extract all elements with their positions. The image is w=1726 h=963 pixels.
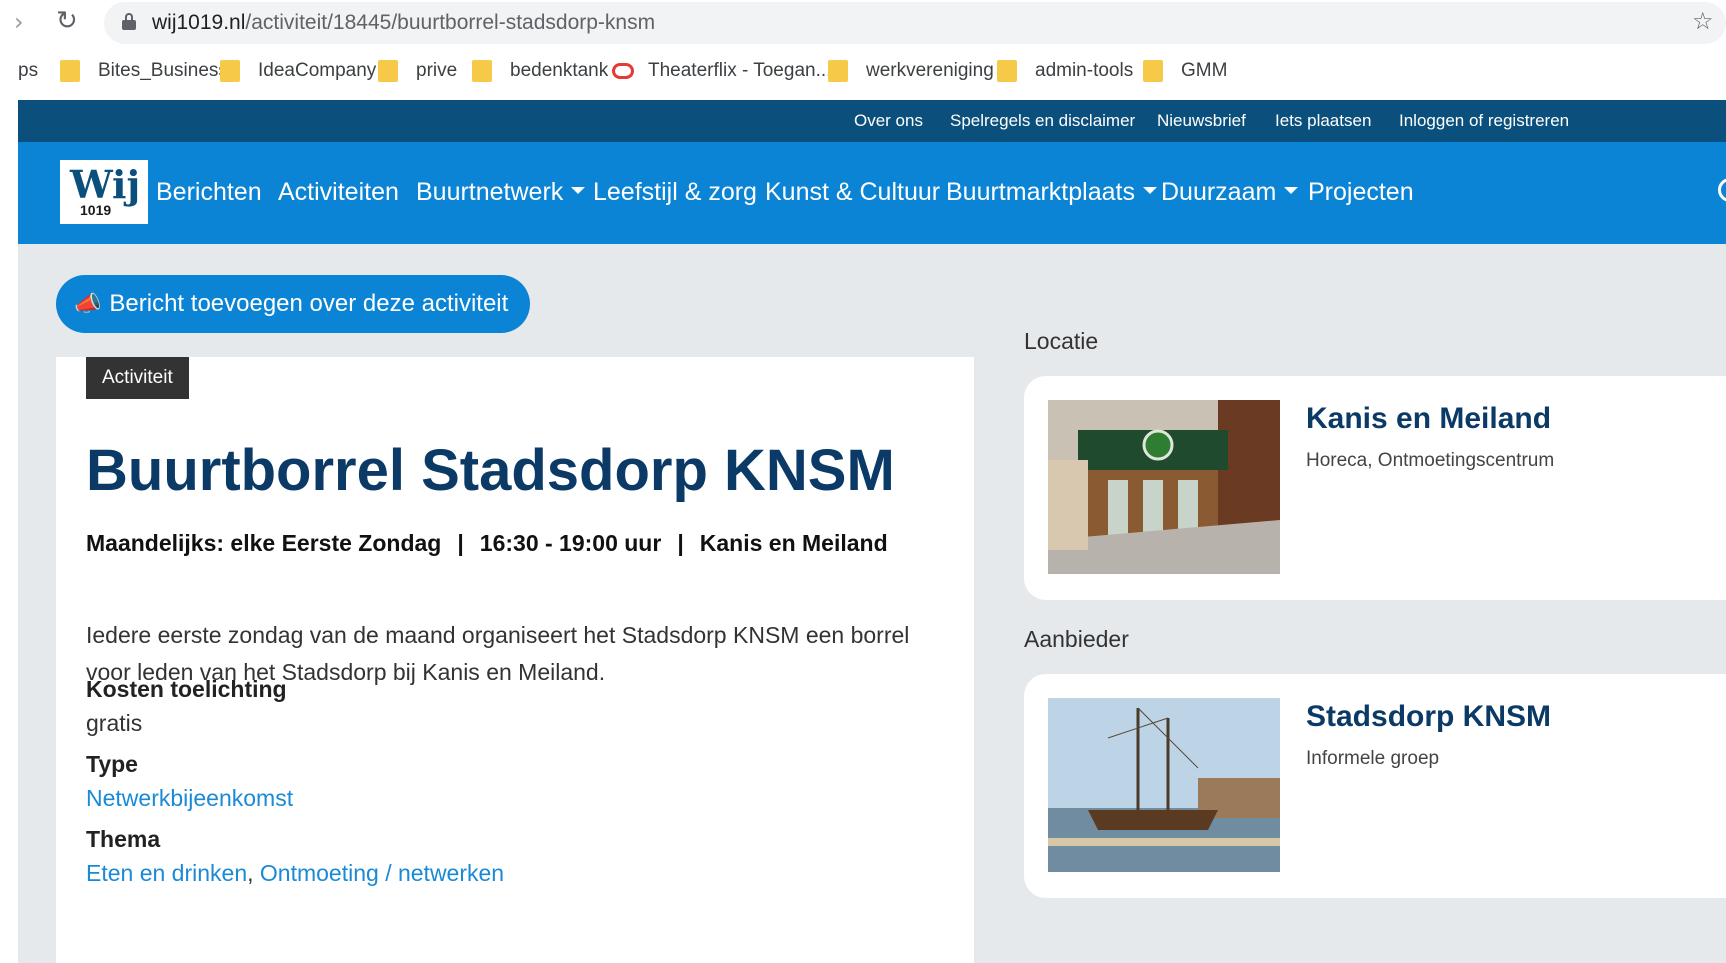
provider-card[interactable]: Stadsdorp KNSM Informele groep bbox=[1024, 674, 1726, 898]
folder-icon bbox=[378, 60, 398, 82]
type-label: Type bbox=[86, 751, 138, 777]
main-navigation: Wij 1019 Berichten Activiteiten Buurtnet… bbox=[18, 142, 1726, 244]
nav-activiteiten[interactable]: Activiteiten bbox=[278, 178, 399, 207]
chevron-down-icon bbox=[1142, 186, 1157, 194]
logo-number: 1019 bbox=[80, 202, 112, 218]
bookmark-bedenktank[interactable]: bedenktank bbox=[472, 60, 608, 82]
website: Over ons Spelregels en disclaimer Nieuws… bbox=[18, 100, 1726, 963]
reload-icon[interactable]: ↻ bbox=[56, 6, 78, 36]
folder-icon bbox=[220, 60, 240, 82]
chevron-down-icon bbox=[571, 186, 586, 194]
bookmark-prive[interactable]: prive bbox=[378, 60, 457, 82]
url-text[interactable]: wij1019.nl/activiteit/18445/buurtborrel-… bbox=[152, 11, 655, 35]
location-card[interactable]: Kanis en Meiland Horeca, Ontmoetingscent… bbox=[1024, 376, 1726, 600]
bookmark-apps[interactable]: ps bbox=[18, 60, 38, 82]
bookmark-gmm[interactable]: GMM bbox=[1143, 60, 1227, 82]
nav-duurzaam[interactable]: Duurzaam bbox=[1161, 178, 1299, 207]
meta-separator: | bbox=[457, 530, 464, 556]
chevron-down-icon bbox=[1284, 186, 1299, 194]
activity-location: Kanis en Meiland bbox=[699, 530, 888, 556]
bookmark-ideacompany[interactable]: IdeaCompany bbox=[220, 60, 376, 82]
search-icon[interactable] bbox=[1718, 178, 1726, 202]
location-tags: Horeca, Ontmoetingscentrum bbox=[1306, 450, 1555, 471]
activity-meta: Maandelijks: elke Eerste Zondag | 16:30 - … bbox=[86, 530, 888, 557]
toplink-nieuwsbrief[interactable]: Nieuwsbrief bbox=[1157, 111, 1246, 131]
theme-label: Thema bbox=[86, 826, 161, 852]
nav-buurtnetwerk[interactable]: Buurtnetwerk bbox=[416, 178, 586, 207]
nav-berichten[interactable]: Berichten bbox=[156, 178, 262, 207]
nav-kunst-cultuur[interactable]: Kunst & Cultuur bbox=[765, 178, 940, 207]
bookmark-theaterflix[interactable]: Theaterflix - Toegan... bbox=[612, 60, 831, 82]
site-logo[interactable]: Wij 1019 bbox=[60, 160, 148, 224]
theme-link-eten-drinken[interactable]: Eten en drinken bbox=[86, 860, 247, 886]
costs-label: Kosten toelichting bbox=[86, 676, 287, 702]
provider-tags: Informele groep bbox=[1306, 748, 1440, 769]
nav-buurtmarktplaats[interactable]: Buurtmarktplaats bbox=[946, 178, 1157, 207]
bookmark-star-icon[interactable]: ☆ bbox=[1692, 7, 1714, 35]
browser-toolbar: › ↻ wij1019.nl/activiteit/18445/buurtbor… bbox=[0, 0, 1726, 44]
bookmark-admin-tools[interactable]: admin-tools bbox=[997, 60, 1133, 82]
add-post-label: Bericht toevoegen over deze activiteit bbox=[109, 290, 509, 317]
folder-icon bbox=[472, 60, 492, 82]
bookmark-werkvereniging[interactable]: werkvereniging bbox=[828, 60, 994, 82]
type-link[interactable]: Netwerkbijeenkomst bbox=[86, 785, 293, 812]
provider-photo bbox=[1048, 698, 1280, 872]
bookmarks-bar: ps Bites_Business IdeaCompany prive bede… bbox=[0, 52, 1726, 94]
logo-word: Wij bbox=[70, 162, 141, 207]
toplink-spelregels[interactable]: Spelregels en disclaimer bbox=[950, 111, 1135, 131]
nav-projecten[interactable]: Projecten bbox=[1308, 178, 1414, 207]
folder-icon bbox=[997, 60, 1017, 82]
activity-badge: Activiteit bbox=[86, 357, 189, 399]
provider-name[interactable]: Stadsdorp KNSM bbox=[1306, 700, 1551, 734]
folder-icon bbox=[828, 60, 848, 82]
theme-link-ontmoeting[interactable]: Ontmoeting / netwerken bbox=[260, 860, 504, 886]
toplink-over-ons[interactable]: Over ons bbox=[854, 111, 923, 131]
provider-heading: Aanbieder bbox=[1024, 626, 1129, 652]
theme-values: Eten en drinken, Ontmoeting / netwerken bbox=[86, 860, 504, 887]
forward-icon[interactable]: › bbox=[14, 8, 24, 36]
location-heading: Locatie bbox=[1024, 328, 1099, 354]
top-utility-bar: Over ons Spelregels en disclaimer Nieuws… bbox=[18, 100, 1726, 142]
page-title: Buurtborrel Stadsdorp KNSM bbox=[86, 438, 895, 503]
folder-icon bbox=[1143, 60, 1163, 82]
activity-frequency: Maandelijks: elke Eerste Zondag bbox=[86, 530, 442, 556]
activity-card: Activiteit Buurtborrel Stadsdorp KNSM Ma… bbox=[56, 357, 974, 963]
costs-value: gratis bbox=[86, 710, 143, 736]
toplink-iets-plaatsen[interactable]: Iets plaatsen bbox=[1275, 111, 1371, 131]
lock-icon bbox=[122, 13, 136, 30]
toplink-inloggen[interactable]: Inloggen of registreren bbox=[1399, 111, 1569, 131]
theaterflix-icon bbox=[612, 63, 634, 79]
nav-leefstijl-zorg[interactable]: Leefstijl & zorg bbox=[593, 178, 757, 207]
location-photo bbox=[1048, 400, 1280, 574]
theme-separator: , bbox=[247, 860, 254, 886]
activity-time: 16:30 - 19:00 uur bbox=[479, 530, 662, 556]
folder-icon bbox=[60, 60, 80, 82]
meta-separator: | bbox=[677, 530, 684, 556]
megaphone-icon: 📣 bbox=[74, 291, 102, 317]
bookmark-bites-business[interactable]: Bites_Business bbox=[60, 60, 228, 82]
add-post-button[interactable]: 📣 Bericht toevoegen over deze activiteit bbox=[56, 275, 530, 333]
location-name[interactable]: Kanis en Meiland bbox=[1306, 402, 1551, 436]
